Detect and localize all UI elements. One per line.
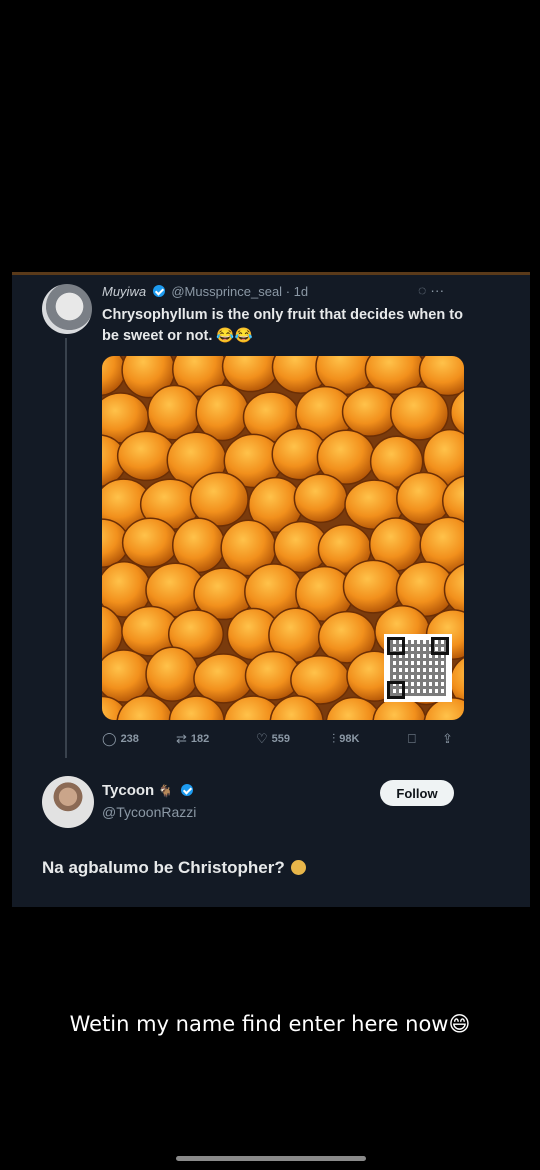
fruit (102, 356, 127, 397)
author-avatar[interactable] (42, 284, 92, 334)
follow-button[interactable]: Follow (380, 780, 454, 806)
fruit (102, 649, 153, 703)
reply-stat[interactable]: ◯ 238 (102, 731, 139, 747)
repost-icon: ⇄ (176, 731, 187, 746)
fruit (342, 559, 405, 614)
views-stat[interactable]: ⫶ 98K (332, 731, 359, 747)
reply-user-avatar[interactable] (42, 776, 94, 828)
more-options-icon[interactable]: ◌ ··· (418, 282, 444, 298)
post-image[interactable] (102, 356, 464, 720)
laughing-emoji-icon (291, 860, 307, 875)
story-caption: Wetin my name find enter here now😄 (69, 1012, 471, 1036)
grok-icon[interactable]: ◌ (418, 282, 426, 298)
reply-user-handle[interactable]: @TycoonRazzi (102, 804, 196, 820)
engagement-bar: ◯ 238 ⇄ 182 ♡ 559 ⫶ 98K ⎕ ⇪ (102, 731, 472, 749)
fruit (293, 473, 348, 524)
reply-icon: ◯ (102, 731, 117, 746)
views-chart-icon: ⫶ (332, 731, 336, 746)
verified-badge-icon (152, 285, 165, 297)
fruit (121, 517, 179, 568)
laughing-emoji: 😂😂 (216, 328, 253, 344)
bookmark-icon[interactable]: ⎕ (408, 731, 416, 747)
reply-text: Na agbalumo be Christopher? (42, 858, 307, 878)
author-handle[interactable]: @Mussprince_seal (171, 284, 282, 299)
reply-user-name[interactable]: Tycoon (102, 782, 154, 799)
share-icon[interactable]: ⇪ (442, 731, 453, 747)
goat-emoji-icon: 🐐 (158, 784, 174, 798)
reply-user-name-row[interactable]: Tycoon 🐐 (102, 782, 196, 799)
fruit (341, 386, 399, 437)
fruit (147, 384, 202, 441)
repost-stat[interactable]: ⇄ 182 (176, 731, 209, 747)
post-header: Muyiwa @Mussprince_seal · 1d (102, 284, 308, 299)
author-name[interactable]: Muyiwa (102, 284, 146, 299)
heart-icon: ♡ (256, 731, 268, 746)
fruit (193, 653, 254, 704)
qr-code (384, 634, 452, 702)
fruit (145, 646, 200, 702)
thread-line (65, 338, 67, 758)
home-indicator[interactable] (176, 1156, 366, 1161)
post-text: Chrysophyllum is the only fruit that dec… (102, 307, 463, 344)
fruit (195, 384, 250, 442)
verified-badge-icon (180, 784, 193, 796)
like-stat[interactable]: ♡ 559 (256, 731, 290, 747)
post-time: · 1d (285, 284, 309, 299)
